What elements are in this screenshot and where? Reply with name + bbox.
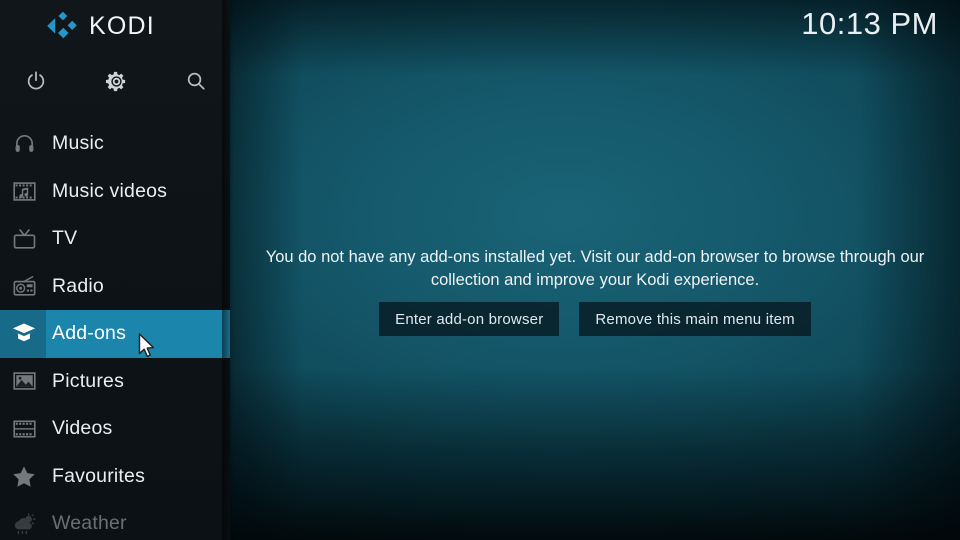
enter-addon-browser-button[interactable]: Enter add-on browser bbox=[379, 302, 560, 336]
remove-main-menu-item-button[interactable]: Remove this main menu item bbox=[579, 302, 811, 336]
sidebar-item-radio[interactable]: Radio bbox=[0, 263, 230, 311]
main-content: You do not have any add-ons installed ye… bbox=[230, 0, 960, 540]
picture-icon bbox=[12, 369, 36, 393]
sidebar-item-label: Music videos bbox=[52, 179, 168, 202]
kodi-home-screen: 10:13 PM You do not have any add-ons ins… bbox=[0, 0, 960, 540]
sidebar-item-label: Videos bbox=[52, 417, 113, 440]
addon-box-icon bbox=[12, 322, 36, 346]
sidebar-item-label: Add-ons bbox=[52, 322, 127, 345]
sidebar-item-tv[interactable]: TV bbox=[0, 215, 230, 263]
empty-state-message: You do not have any add-ons installed ye… bbox=[265, 248, 925, 289]
kodi-logo-icon bbox=[44, 10, 78, 42]
weather-icon bbox=[12, 512, 36, 536]
film-strip-icon bbox=[12, 417, 36, 441]
headphones-icon bbox=[12, 132, 36, 156]
brand: KODI bbox=[44, 10, 155, 42]
main-menu: Music Music videos TV Radio Add-ons Pict… bbox=[0, 120, 230, 540]
music-video-icon bbox=[12, 179, 36, 203]
power-icon bbox=[25, 70, 47, 92]
power-button[interactable] bbox=[13, 60, 59, 102]
sidebar-item-label: Pictures bbox=[52, 369, 125, 392]
sidebar-item-label: Music bbox=[52, 132, 104, 155]
sidebar-item-label: Weather bbox=[52, 512, 127, 535]
sidebar-item-add-ons[interactable]: Add-ons bbox=[0, 310, 230, 358]
sidebar-item-pictures[interactable]: Pictures bbox=[0, 358, 230, 406]
empty-state-actions: Enter add-on browser Remove this main me… bbox=[230, 302, 960, 336]
gear-icon bbox=[105, 70, 128, 93]
search-button[interactable] bbox=[173, 60, 219, 102]
sidebar: KODI Music Music videos TV Radio Add-ons… bbox=[0, 0, 230, 540]
sidebar-shadow bbox=[222, 0, 234, 540]
star-icon bbox=[12, 464, 36, 488]
sidebar-item-music-videos[interactable]: Music videos bbox=[0, 168, 230, 216]
settings-button[interactable] bbox=[93, 60, 139, 102]
radio-icon bbox=[12, 274, 36, 298]
sidebar-item-weather[interactable]: Weather bbox=[0, 500, 230, 540]
sidebar-item-label: Radio bbox=[52, 274, 104, 297]
sidebar-item-favourites[interactable]: Favourites bbox=[0, 453, 230, 501]
sidebar-item-music[interactable]: Music bbox=[0, 120, 230, 168]
search-icon bbox=[185, 70, 207, 92]
television-icon bbox=[12, 227, 36, 251]
sidebar-toolbar bbox=[0, 60, 230, 102]
brand-label: KODI bbox=[89, 11, 155, 40]
sidebar-item-label: TV bbox=[52, 227, 78, 250]
sidebar-item-label: Favourites bbox=[52, 464, 146, 487]
sidebar-item-videos[interactable]: Videos bbox=[0, 405, 230, 453]
